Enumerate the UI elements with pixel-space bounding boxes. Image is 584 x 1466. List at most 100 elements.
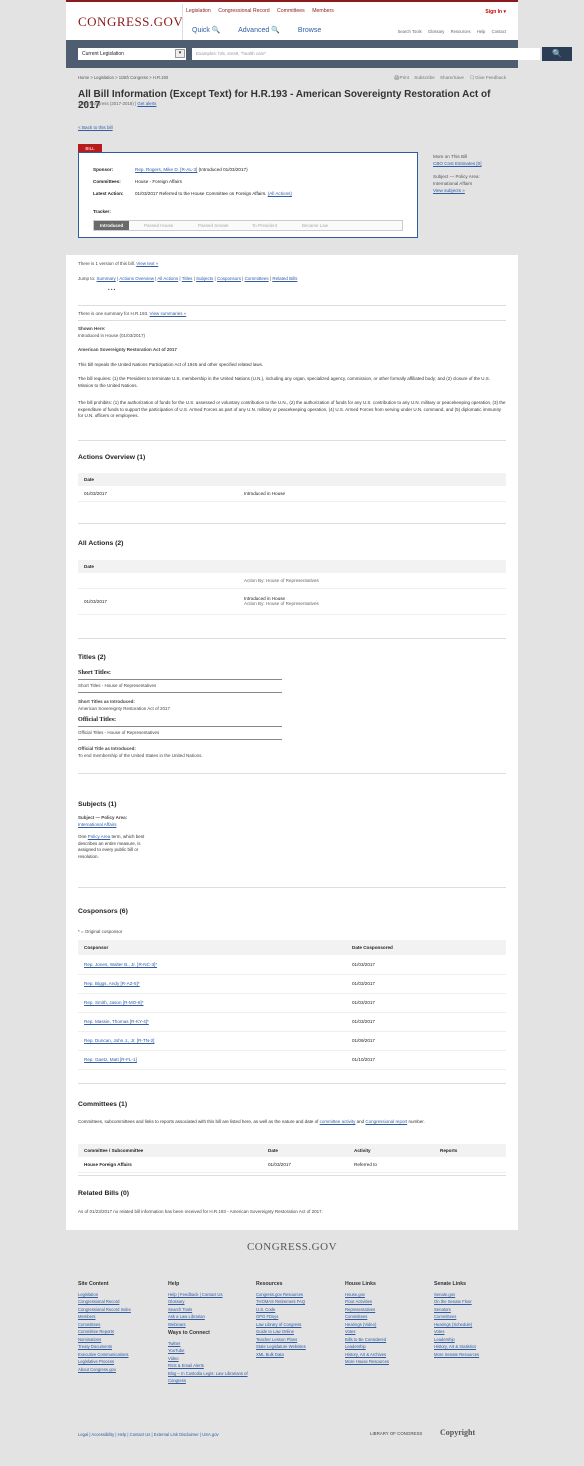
footer-link[interactable]: House.gov [345,1291,431,1299]
nav-legislation[interactable]: Legislation [186,8,211,14]
jump-subjects[interactable]: Subjects [196,276,213,281]
footer-link[interactable]: Floor Activities [345,1298,431,1306]
footer-link[interactable]: Executive Communications [78,1351,164,1359]
footer-link[interactable]: Law Library of Congress [256,1321,342,1329]
footer-link[interactable]: Glossary [168,1298,254,1306]
footer-link[interactable]: Votes [345,1328,431,1336]
footer-link[interactable]: Search Tools [168,1306,254,1314]
policy-area-link[interactable]: Policy Area [88,834,111,839]
footer-link[interactable]: History, Art & Archives [345,1351,431,1359]
jump-related-bills[interactable]: Related Bills [272,276,297,281]
copyright-logo[interactable]: Copyright [440,1428,475,1437]
twitter-link[interactable]: Twitter [168,1340,254,1348]
util-contact[interactable]: Contact [492,29,506,34]
footer-link[interactable]: Help | Feedback | Contact Us [168,1291,254,1299]
footer-link[interactable]: Bills to Be Considered [345,1336,431,1344]
print-button[interactable]: 🖨Print [394,75,409,80]
jump-all-actions[interactable]: All Actions [157,276,178,281]
view-text-link[interactable]: View text » [136,261,158,266]
sign-in-button[interactable]: Sign In ▾ [485,9,506,15]
congressional-report-link[interactable]: Congressional report [365,1119,407,1124]
footer-link[interactable]: Congressional Record [78,1298,164,1306]
footer-link[interactable]: On the Senate Floor [434,1298,520,1306]
footer-link[interactable]: THOMAS Retirement FAQ [256,1298,342,1306]
footer-link[interactable]: Senate.gov [434,1291,520,1299]
footer-link[interactable]: History, Art & Statistics [434,1343,520,1351]
blog-link[interactable]: Blog – In Custodia Legis: Law Librarians… [168,1370,254,1385]
share-button[interactable]: Share/Save [440,75,464,80]
nav-members[interactable]: Members [312,8,334,14]
jump-actions-overview[interactable]: Actions Overview [119,276,154,281]
rss-link[interactable]: RSS & Email Alerts [168,1362,254,1370]
view-subjects-link[interactable]: View subjects » [433,188,465,193]
footer-link[interactable]: Leadership [434,1336,520,1344]
browse-tab[interactable]: Browse [298,27,321,34]
footer-link[interactable]: Congress.gov Resources [256,1291,342,1299]
footer-logo[interactable]: CONGRESS.GOV [66,1241,518,1253]
video-link[interactable]: Video [168,1355,254,1363]
cosponsor-link[interactable]: Rep. Smith, Jason [R-MO-8]* [84,1000,143,1005]
feedback-button[interactable]: 🗨Give Feedback [469,75,506,80]
breadcrumb[interactable]: Home > Legislation > 115th Congress > H.… [78,75,168,80]
footer-link[interactable]: About Congress.gov [78,1366,164,1374]
footer-link[interactable]: Committee Reports [78,1328,164,1336]
get-alerts-link[interactable]: Get alerts [137,101,156,106]
footer-link[interactable]: U.S. Code [256,1306,342,1314]
footer-link[interactable]: Legislative Process [78,1358,164,1366]
footer-link[interactable]: Hearings (Schedule) [434,1321,520,1329]
footer-link[interactable]: State Legislature Websites [256,1343,342,1351]
footer-link[interactable]: Webinars [168,1321,254,1329]
nav-congressional-record[interactable]: Congressional Record [218,8,269,14]
cosponsor-link[interactable]: Rep. Biggs, Andy [R-AZ-5]* [84,981,140,986]
footer-link[interactable]: Votes [434,1328,520,1336]
all-actions-link[interactable]: (All Actions) [268,191,292,196]
site-logo[interactable]: CONGRESS.GOV [78,14,183,30]
collection-select[interactable]: Current Legislation ▾ [78,48,186,60]
footer-link[interactable]: More Senate Resources [434,1351,520,1359]
footer-link[interactable]: More House Resources [345,1358,431,1366]
footer-link[interactable]: Congressional Record Index [78,1306,164,1314]
search-button[interactable]: 🔍 [542,47,572,61]
committee-activity-link[interactable]: committee activity [320,1119,356,1124]
util-resources[interactable]: Resources [451,29,471,34]
footer-link[interactable]: Committees [345,1313,431,1321]
jump-titles[interactable]: Titles [182,276,193,281]
footer-link[interactable]: Hearings (Video) [345,1321,431,1329]
footer-bottom-links[interactable]: Legal | Accessibility | Help | Contact U… [78,1432,219,1437]
cosponsor-link[interactable]: Rep. Jones, Walter B., Jr. [R-NC-3]* [84,962,157,967]
search-input[interactable]: Examples: hr5, sres9, "health care" [192,48,540,60]
jump-cosponsors[interactable]: Cosponsors [217,276,241,281]
footer-link[interactable]: Guide to Law Online [256,1328,342,1336]
util-help[interactable]: Help [477,29,486,34]
footer-link[interactable]: Committees [434,1313,520,1321]
footer-link[interactable]: Legislation [78,1291,164,1299]
subject-link[interactable]: International Affairs [78,822,116,827]
util-search-tools[interactable]: Search Tools [398,29,422,34]
more-dots[interactable]: • • • [108,287,115,292]
footer-link[interactable]: Teacher Lesson Plans [256,1336,342,1344]
view-summaries-link[interactable]: View summaries » [150,311,187,316]
youtube-link[interactable]: YouTube [168,1347,254,1355]
advanced-search-tab[interactable]: Advanced 🔍 [238,27,280,34]
jump-committees[interactable]: Committees [245,276,269,281]
footer-link[interactable]: Senators [434,1306,520,1314]
nav-committees[interactable]: Committees [277,8,305,14]
footer-link[interactable]: GPO FDsys [256,1313,342,1321]
quick-search-tab[interactable]: Quick 🔍 [192,27,221,34]
cosponsor-link[interactable]: Rep. Massie, Thomas [R-KY-4]* [84,1019,149,1024]
back-to-bill-link[interactable]: < Back to this bill [78,125,113,130]
footer-link[interactable]: Committees [78,1321,164,1329]
subscribe-button[interactable]: Subscribe [414,75,434,80]
cbo-link[interactable]: CBO Cost Estimates [0] [433,161,482,166]
footer-link[interactable]: XML Bulk Data [256,1351,342,1359]
loc-logo[interactable]: LIBRARY OF CONGRESS [370,1431,422,1436]
chevron-down-icon[interactable]: ▾ [175,49,185,58]
footer-link[interactable]: Leadership [345,1343,431,1351]
sponsor-link[interactable]: Rep. Rogers, Mike D. [R-AL-3] [135,167,197,172]
footer-link[interactable]: Nominations [78,1336,164,1344]
util-glossary[interactable]: Glossary [428,29,445,34]
cosponsor-link[interactable]: Rep. Gaetz, Matt [R-FL-1] [84,1057,137,1062]
cosponsor-link[interactable]: Rep. Duncan, John J., Jr. [R-TN-2] [84,1038,154,1043]
jump-summary[interactable]: Summary [97,276,116,281]
footer-link[interactable]: Members [78,1313,164,1321]
